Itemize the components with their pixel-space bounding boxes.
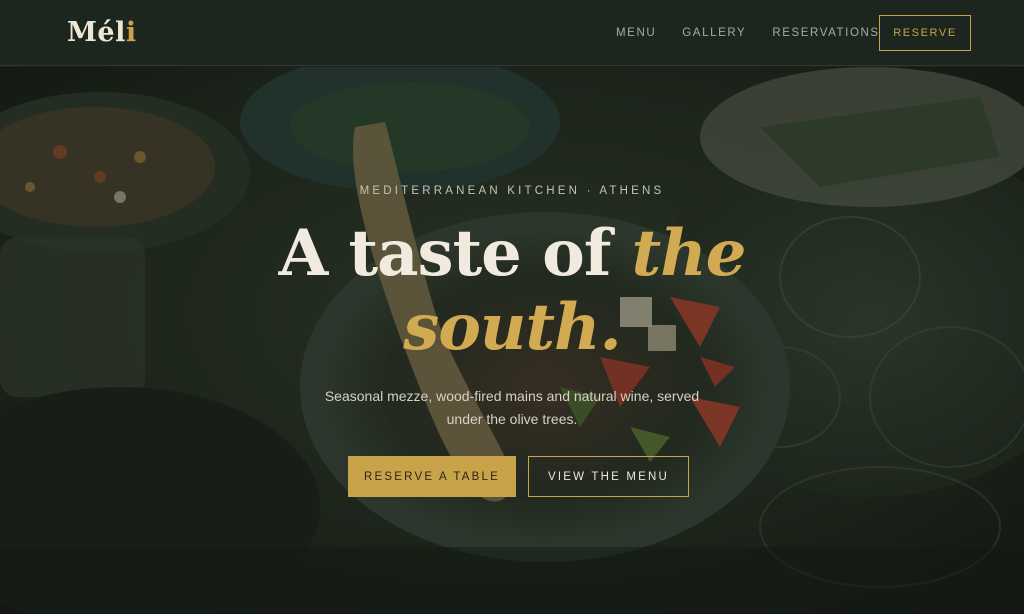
nav-item-menu[interactable]: MENU (616, 26, 656, 40)
hero-subtitle: Seasonal mezze, wood-fired mains and nat… (324, 388, 700, 427)
nav-item-gallery[interactable]: GALLERY (682, 26, 746, 40)
main-nav: MENU GALLERY RESERVATIONS (616, 26, 906, 40)
headline-plain: A taste of (278, 216, 632, 291)
hero-section: MEDITERRANEAN KITCHEN · ATHENS A taste o… (0, 67, 1024, 614)
logo-text: Mél (67, 17, 126, 48)
hero-content: MEDITERRANEAN KITCHEN · ATHENS A taste o… (0, 67, 1024, 614)
site-header: Méli MENU GALLERY RESERVATIONS RESERVE (0, 0, 1024, 66)
reserve-table-button[interactable]: RESERVE A TABLE (348, 456, 516, 497)
nav-item-reservations[interactable]: RESERVATIONS (772, 26, 879, 40)
reserve-button[interactable]: RESERVE (879, 15, 971, 51)
logo-accent: i (125, 17, 137, 48)
brand-logo[interactable]: Méli (67, 17, 137, 48)
hero-cta-group: RESERVE A TABLE VIEW THE MENU (348, 456, 689, 497)
view-menu-button[interactable]: VIEW THE MENU (528, 456, 689, 497)
hero-eyebrow: MEDITERRANEAN KITCHEN · ATHENS (359, 185, 665, 197)
headline-accent-south: south. (403, 290, 622, 365)
hero-headline: A taste of the south. (0, 217, 1024, 365)
headline-accent-the: the (631, 216, 747, 291)
